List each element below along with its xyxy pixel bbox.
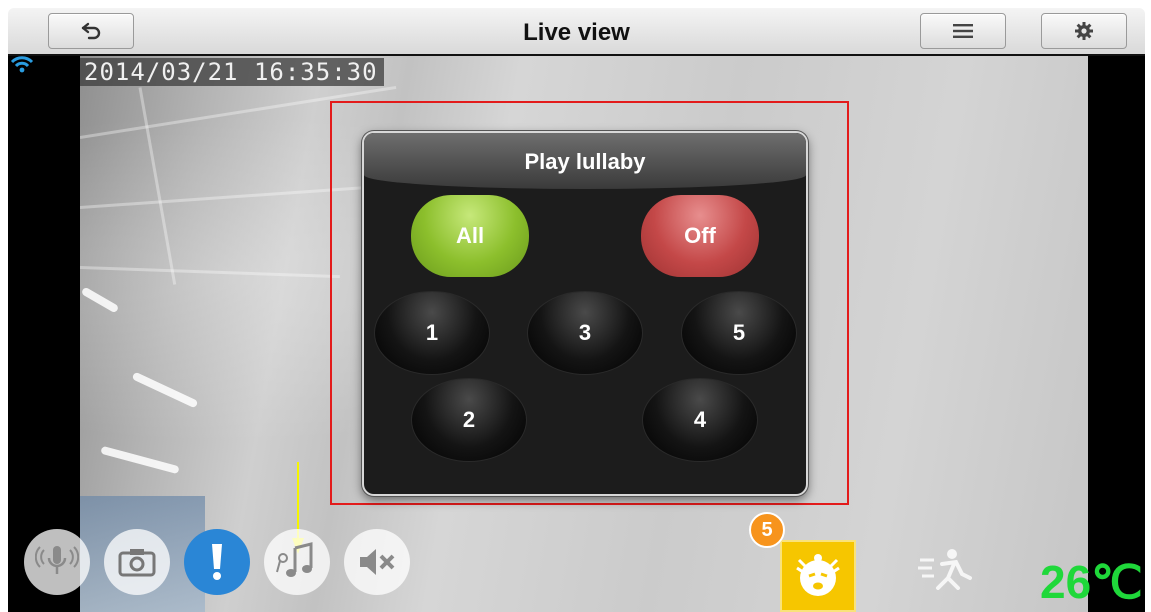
notification-badge: 5 [749,512,785,548]
alert-button[interactable] [184,529,250,595]
talk-button[interactable] [24,529,90,595]
crying-alert-button[interactable] [780,540,856,612]
action-bar: Live view [8,8,1145,56]
settings-button[interactable] [1041,13,1127,49]
track-3-button[interactable]: 3 [527,291,643,375]
music-note-icon [276,542,313,577]
lullaby-dialog: Play lullaby All Off 1 3 5 2 4 [362,131,808,496]
menu-icon [953,24,973,38]
temperature-readout: 26℃ [1040,556,1143,608]
track-label: 3 [578,320,592,345]
gear-icon [1075,22,1093,40]
alert-icon [212,544,222,580]
motion-icon [918,549,972,590]
lullaby-off-label: Off [684,223,716,248]
menu-button[interactable] [920,13,1006,49]
lullaby-button[interactable] [264,529,330,595]
ceiling-light [131,371,199,409]
speaker-mute-icon [360,549,395,575]
track-2-button[interactable]: 2 [411,378,527,462]
timestamp: 2014/03/21 16:35:30 [80,58,384,86]
mute-button[interactable] [344,529,410,595]
ceiling-line [80,266,340,279]
snapshot-button[interactable] [104,529,170,595]
play-all-label: All [455,223,485,248]
wifi-icon [10,56,34,73]
crying-baby-icon [796,554,840,596]
camera-icon [118,549,156,577]
track-1-button[interactable]: 1 [374,291,490,375]
track-5-button[interactable]: 5 [681,291,797,375]
lullaby-off-button[interactable]: Off [641,195,759,277]
ceiling-line [138,87,177,285]
ceiling-light [80,286,120,314]
play-all-button[interactable]: All [411,195,529,277]
track-label: 5 [732,320,746,345]
microphone-icon [35,546,79,574]
ceiling-light [100,445,180,475]
track-label: 1 [425,320,439,345]
dialog-title: Play lullaby [524,149,646,174]
track-label: 2 [462,407,476,432]
track-4-button[interactable]: 4 [642,378,758,462]
track-label: 4 [693,407,707,432]
screen: Live view 2014/03/21 16:35:30 Play lulla… [0,0,1151,612]
